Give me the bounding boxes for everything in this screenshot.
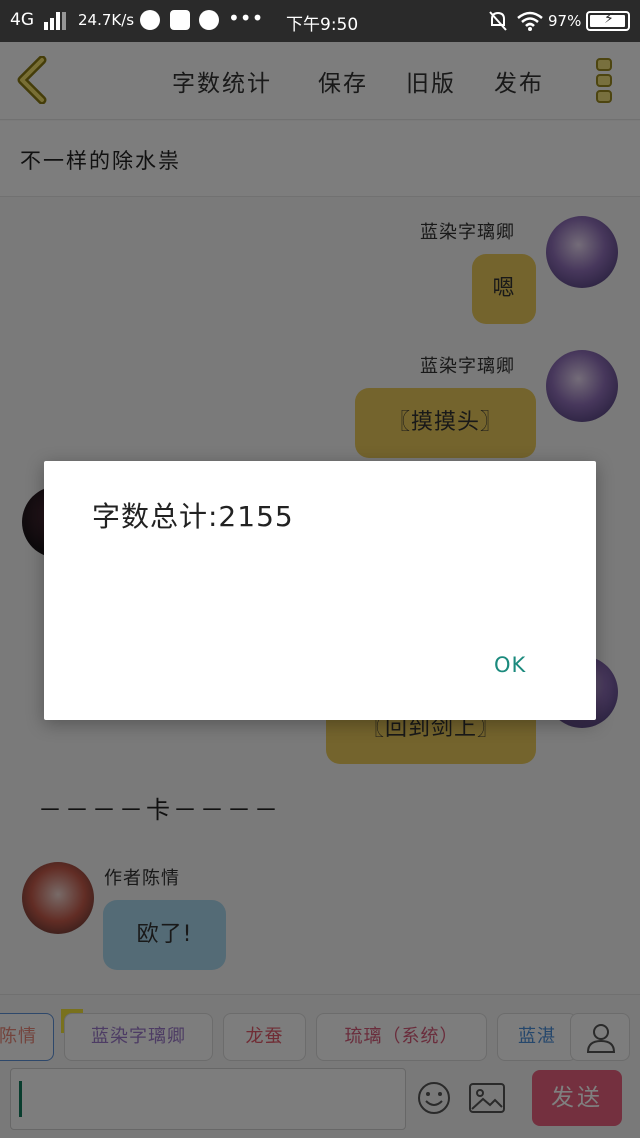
mute-bell-icon — [489, 11, 507, 31]
battery-percent: 97% — [548, 12, 582, 30]
planet-app-icon — [140, 10, 160, 30]
word-count-dialog: 字数总计:2155 OK — [44, 461, 596, 720]
status-bar: 4G 24.7K/s ••• 下午9:50 97% ⚡ — [0, 0, 640, 42]
ok-button[interactable]: OK — [494, 653, 526, 677]
palette-app-icon — [199, 10, 219, 30]
more-dots-icon: ••• — [228, 6, 264, 30]
dialog-message: 字数总计:2155 — [92, 500, 294, 533]
wifi-icon — [517, 11, 543, 31]
network-type: 4G — [10, 10, 34, 30]
signal-icon — [44, 12, 66, 30]
bag-app-icon — [170, 10, 190, 30]
clock: 下午9:50 — [286, 15, 359, 35]
network-speed: 24.7K/s — [78, 11, 135, 29]
battery-icon: ⚡ — [586, 11, 630, 31]
